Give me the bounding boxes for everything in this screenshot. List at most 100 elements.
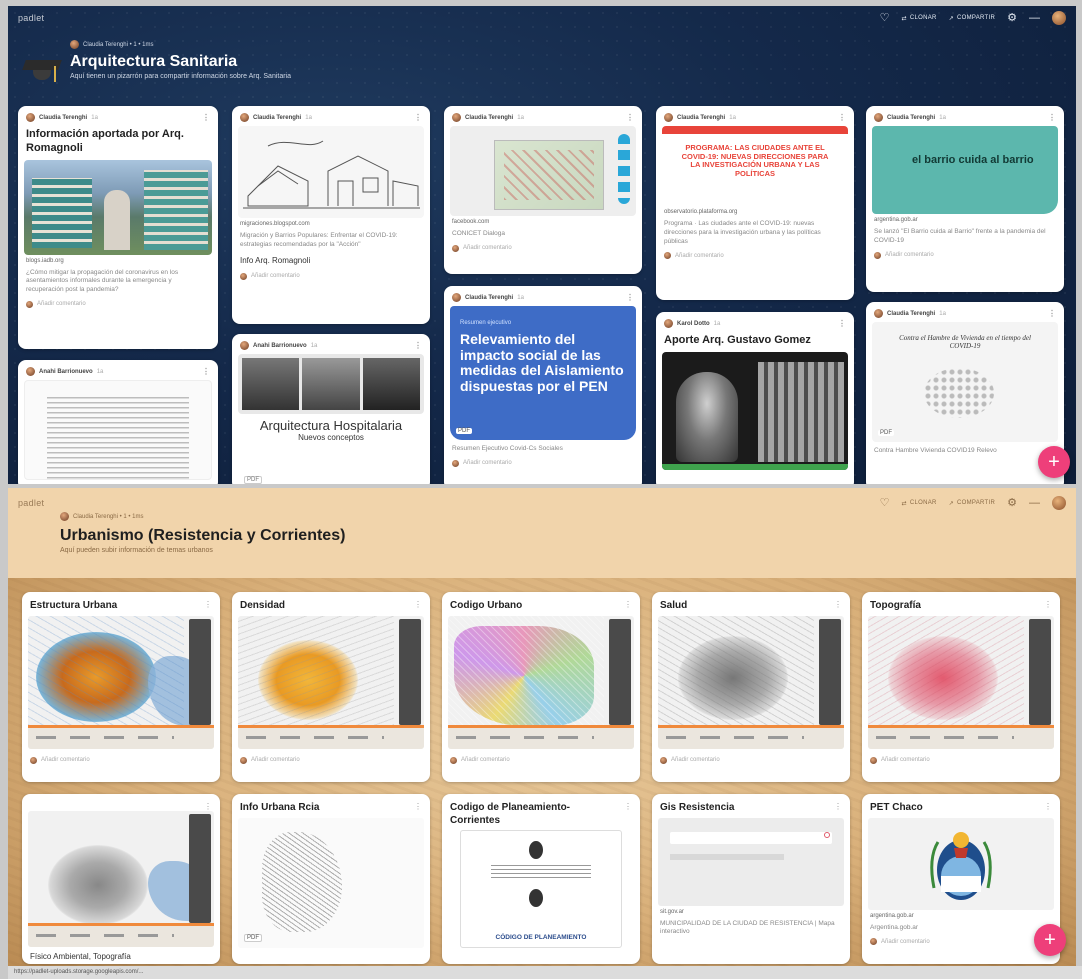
status-bar-url: https://padlet-uploads.storage.googleapi… bbox=[8, 966, 1082, 979]
post-card[interactable]: Anahi Barrionuevo 1a ⋮ bbox=[18, 360, 218, 484]
map-card-salud[interactable]: Salud ⋮ Añadir comentario bbox=[652, 592, 850, 782]
share-button[interactable]: ↗ COMPARTIR bbox=[949, 500, 995, 507]
board-header: Claudia Terenghi • 1 • 1ms Arquitectura … bbox=[22, 40, 291, 88]
post-card[interactable]: Claudia Terenghi 1a ⋮ PROGRAMA: LAS CIUDAD… bbox=[656, 106, 854, 300]
author-avatar bbox=[26, 367, 35, 376]
add-comment[interactable]: Añadir comentario bbox=[18, 297, 218, 315]
post-card[interactable]: Claudia Terenghi 1a ⋮ Resumen ejecutivo Re… bbox=[444, 286, 642, 484]
brand-logo[interactable]: padlet bbox=[18, 498, 44, 508]
banner-image: PROGRAMA: LAS CIUDADES ANTE EL COVID-19:… bbox=[662, 126, 848, 206]
post-card-gis-resistencia[interactable]: Gis Resistencia ⋮ sit.gov.ar MUNICIPALIDA… bbox=[652, 794, 850, 964]
more-vert-icon[interactable]: ⋮ bbox=[626, 113, 634, 122]
more-vert-icon[interactable]: ⋮ bbox=[1048, 309, 1056, 318]
add-comment[interactable]: Añadir comentario bbox=[444, 456, 642, 474]
author-avatar bbox=[240, 113, 249, 122]
more-vert-icon[interactable]: ⋮ bbox=[414, 341, 422, 350]
more-vert-icon[interactable]: ⋮ bbox=[838, 113, 846, 122]
post-title bbox=[22, 794, 38, 805]
add-comment[interactable]: Añadir comentario bbox=[862, 749, 1060, 771]
add-comment[interactable]: Añadir comentario bbox=[862, 934, 1060, 952]
map-image bbox=[28, 811, 214, 947]
map-card-densidad[interactable]: Densidad ⋮ Añadir comentario bbox=[232, 592, 430, 782]
user-avatar bbox=[450, 756, 457, 764]
gear-icon[interactable]: ⚙ bbox=[1007, 12, 1017, 24]
post-title: Info Urbana Rcia bbox=[240, 802, 320, 813]
add-comment[interactable]: Añadir comentario bbox=[866, 248, 1064, 266]
post-source: blogs.iadb.org bbox=[26, 257, 64, 264]
more-vert-icon[interactable]: ⋮ bbox=[204, 592, 220, 609]
more-vert-icon[interactable]: ⋮ bbox=[834, 592, 850, 609]
post-source: argentina.gob.ar bbox=[874, 217, 918, 223]
graduation-cap-icon bbox=[22, 52, 62, 88]
add-post-button[interactable]: + bbox=[1038, 446, 1070, 478]
plus-icon: + bbox=[1048, 451, 1060, 473]
add-comment[interactable]: Añadir comentario bbox=[444, 241, 642, 259]
author-avatar bbox=[664, 319, 673, 328]
more-vert-icon[interactable]: ⋮ bbox=[202, 113, 210, 122]
post-card[interactable]: Claudia Terenghi 1a ⋮ facebook.com CONICET… bbox=[444, 106, 642, 274]
map-image bbox=[868, 615, 1054, 749]
more-vert-icon[interactable]: ⋮ bbox=[1048, 113, 1056, 122]
more-vert-icon[interactable]: ⋮ bbox=[414, 113, 422, 122]
page-title: Arquitectura Sanitaria bbox=[70, 53, 238, 70]
post-card[interactable]: Claudia Terenghi 1a ⋮ Contra el Hambre de … bbox=[866, 302, 1064, 484]
post-card-info-urbana[interactable]: Info Urbana Rcia ⋮ PDF bbox=[232, 794, 430, 964]
post-description: Argentina.gob.ar bbox=[870, 923, 919, 931]
remix-button[interactable]: ⇄ CLONAR bbox=[902, 15, 937, 22]
pdf-badge: PDF bbox=[878, 430, 894, 436]
more-vert-icon[interactable]: ⋮ bbox=[624, 592, 640, 609]
add-comment[interactable]: Añadir comentario bbox=[442, 749, 640, 771]
document-title: Arquitectura Hospitalaria bbox=[259, 418, 403, 433]
post-card[interactable]: Claudia Terenghi 1a ⋮ migraciones.blogspot… bbox=[232, 106, 430, 324]
more-vert-icon[interactable]: ⋮ bbox=[624, 794, 640, 811]
post-title: Codigo Urbano bbox=[450, 600, 523, 611]
post-image bbox=[238, 354, 424, 414]
post-card[interactable]: Claudia Terenghi 1a ⋮ el barrio cuida al b… bbox=[866, 106, 1064, 292]
post-card[interactable]: Anahi Barrionuevo 1a ⋮ Arquitectura Hospit… bbox=[232, 334, 430, 484]
more-icon[interactable]: — bbox=[1029, 497, 1040, 509]
heart-icon[interactable]: ♡ bbox=[880, 12, 890, 24]
author-line: Claudia Terenghi • 1 • 1ms bbox=[60, 512, 345, 521]
add-comment[interactable]: Añadir comentario bbox=[232, 269, 430, 287]
gear-icon[interactable]: ⚙ bbox=[1007, 497, 1017, 509]
remix-icon: ⇄ bbox=[901, 500, 907, 507]
add-comment[interactable]: Añadir comentario bbox=[656, 248, 854, 266]
post-card-codigo-planeamiento[interactable]: Codigo de Planeamiento-Corrientes ⋮ CÓDIG… bbox=[442, 794, 640, 964]
more-vert-icon[interactable]: ⋮ bbox=[202, 367, 210, 376]
more-vert-icon[interactable]: ⋮ bbox=[838, 319, 846, 328]
post-source: facebook.com bbox=[452, 219, 490, 225]
more-vert-icon[interactable]: ⋮ bbox=[414, 592, 430, 609]
brand-logo[interactable]: padlet bbox=[18, 13, 44, 23]
post-image bbox=[238, 126, 424, 218]
more-vert-icon[interactable]: ⋮ bbox=[204, 794, 220, 811]
map-card-topografia[interactable]: Topografía ⋮ Añadir comentario bbox=[862, 592, 1060, 782]
more-icon[interactable]: — bbox=[1029, 12, 1040, 24]
more-vert-icon[interactable]: ⋮ bbox=[626, 293, 634, 302]
user-avatar bbox=[240, 756, 247, 764]
padlet-window-urbanismo: padlet ♡ ⇄ CLONAR ↗ COMPARTIR ⚙ — Claudia … bbox=[8, 488, 1076, 972]
add-comment[interactable]: Añadir comentario bbox=[652, 749, 850, 771]
user-avatar bbox=[870, 938, 877, 946]
share-button[interactable]: ↗ COMPARTIR bbox=[949, 15, 995, 22]
more-vert-icon[interactable]: ⋮ bbox=[1044, 592, 1060, 609]
add-comment[interactable]: Añadir comentario bbox=[232, 749, 430, 771]
map-card-codigo-urbano[interactable]: Codigo Urbano ⋮ Añadir comentario bbox=[442, 592, 640, 782]
map-image bbox=[238, 615, 424, 749]
post-description: ¿Cómo mitigar la propagación del coronav… bbox=[26, 268, 179, 294]
avatar[interactable] bbox=[1052, 496, 1066, 510]
heart-icon[interactable]: ♡ bbox=[880, 497, 890, 509]
more-vert-icon[interactable]: ⋮ bbox=[1044, 794, 1060, 811]
add-comment[interactable]: Añadir comentario bbox=[22, 749, 220, 771]
post-card[interactable]: Karol Dotto 1a ⋮ Aporte Arq. Gustavo Gomez bbox=[656, 312, 854, 484]
post-card[interactable]: Claudia Terenghi 1a ⋮ Información aportada… bbox=[18, 106, 218, 349]
map-card-estructura-urbana[interactable]: Estructura Urbana ⋮ Añadir comentario bbox=[22, 592, 220, 782]
more-vert-icon[interactable]: ⋮ bbox=[834, 794, 850, 811]
share-icon: ↗ bbox=[948, 15, 954, 22]
add-post-button[interactable]: + bbox=[1034, 924, 1066, 956]
more-vert-icon[interactable]: ⋮ bbox=[414, 794, 430, 811]
post-description: Migración y Barrios Populares: Enfrentar… bbox=[240, 232, 398, 248]
post-card-pet-chaco[interactable]: PET Chaco ⋮ argentina.gob.ar Argentina.go… bbox=[862, 794, 1060, 964]
remix-button[interactable]: ⇄ CLONAR bbox=[902, 500, 937, 507]
map-card-fisico-ambiental[interactable]: ⋮ Físico Ambiental, Topografía bbox=[22, 794, 220, 964]
avatar[interactable] bbox=[1052, 11, 1066, 25]
